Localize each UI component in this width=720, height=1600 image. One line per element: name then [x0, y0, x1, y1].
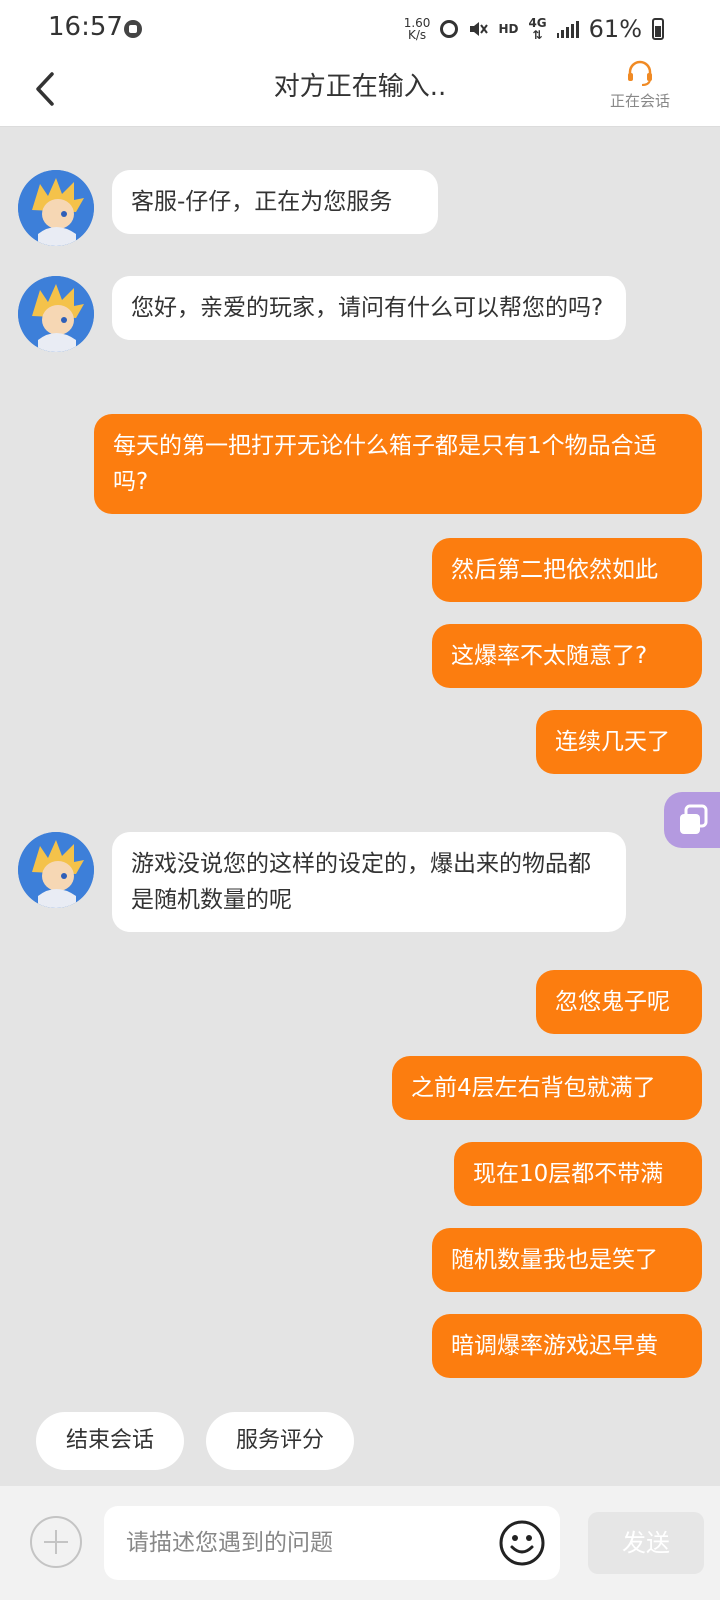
- agent-avatar-image: [18, 170, 94, 246]
- mute-icon: [468, 20, 489, 38]
- status-time: 16:57: [48, 12, 123, 42]
- agent-avatar[interactable]: [18, 276, 94, 352]
- network-speed: 1.60 K/s: [404, 17, 431, 41]
- battery-icon: [652, 18, 664, 40]
- agent-message-bubble: 客服-仔仔，正在为您服务: [112, 170, 438, 234]
- network-type: 4G ⇅: [528, 17, 546, 41]
- user-message-bubble: 现在10层都不带满: [454, 1142, 702, 1206]
- data-arrows-icon: ⇅: [532, 28, 543, 42]
- agent-avatar[interactable]: [18, 170, 94, 246]
- headset-icon: [628, 60, 652, 86]
- chevron-left-icon: [36, 72, 54, 106]
- service-status-label: 正在会话: [609, 92, 670, 110]
- user-message-bubble: 暗调爆率游戏迟早黄: [432, 1314, 702, 1378]
- status-indicators: 1.60 K/s HD 4G ⇅ 61%: [404, 14, 664, 44]
- user-message-bubble: 这爆率不太随意了?: [432, 624, 702, 688]
- agent-avatar[interactable]: [18, 832, 94, 908]
- status-bar: 16:57 1.60 K/s HD 4G ⇅ 61%: [0, 0, 720, 56]
- signal-icon: [556, 20, 579, 38]
- user-message-bubble: 连续几天了: [536, 710, 702, 774]
- agent-avatar-image: [18, 832, 94, 908]
- smiley-icon: [499, 1520, 545, 1566]
- message-composer: 发送: [0, 1486, 720, 1600]
- hd-label: HD: [498, 22, 519, 36]
- battery-percent: 61%: [588, 15, 642, 43]
- game-notification-icon: [124, 20, 142, 38]
- add-attachment-button[interactable]: [30, 1516, 82, 1568]
- user-message-bubble: 每天的第一把打开无论什么箱子都是只有1个物品合适吗?: [94, 414, 702, 514]
- send-button[interactable]: 发送: [588, 1512, 704, 1574]
- agent-message-bubble: 您好，亲爱的玩家，请问有什么可以帮您的吗?: [112, 276, 626, 340]
- page-title: 对方正在输入..: [273, 72, 447, 102]
- message-input[interactable]: [104, 1506, 560, 1580]
- copy-window-icon: [680, 804, 708, 834]
- agent-message-bubble: 游戏没说您的这样的设定的，爆出来的物品都是随机数量的呢: [112, 832, 626, 932]
- emoji-button[interactable]: [498, 1519, 546, 1567]
- end-session-button[interactable]: 结束会话: [36, 1412, 184, 1470]
- user-message-bubble: 随机数量我也是笑了: [432, 1228, 702, 1292]
- chat-header: 对方正在输入.. 正在会话: [0, 56, 720, 127]
- user-message-bubble: 然后第二把依然如此: [432, 538, 702, 602]
- agent-avatar-image: [18, 276, 94, 352]
- floating-window-button[interactable]: [664, 792, 720, 848]
- alarm-icon: [440, 20, 459, 38]
- rate-service-button[interactable]: 服务评分: [206, 1412, 354, 1470]
- user-message-bubble: 之前4层左右背包就满了: [392, 1056, 702, 1120]
- back-button[interactable]: [26, 64, 70, 114]
- service-status-button[interactable]: 正在会话: [600, 58, 680, 111]
- network-speed-unit: K/s: [407, 28, 427, 42]
- user-message-bubble: 忽悠鬼子呢: [536, 970, 702, 1034]
